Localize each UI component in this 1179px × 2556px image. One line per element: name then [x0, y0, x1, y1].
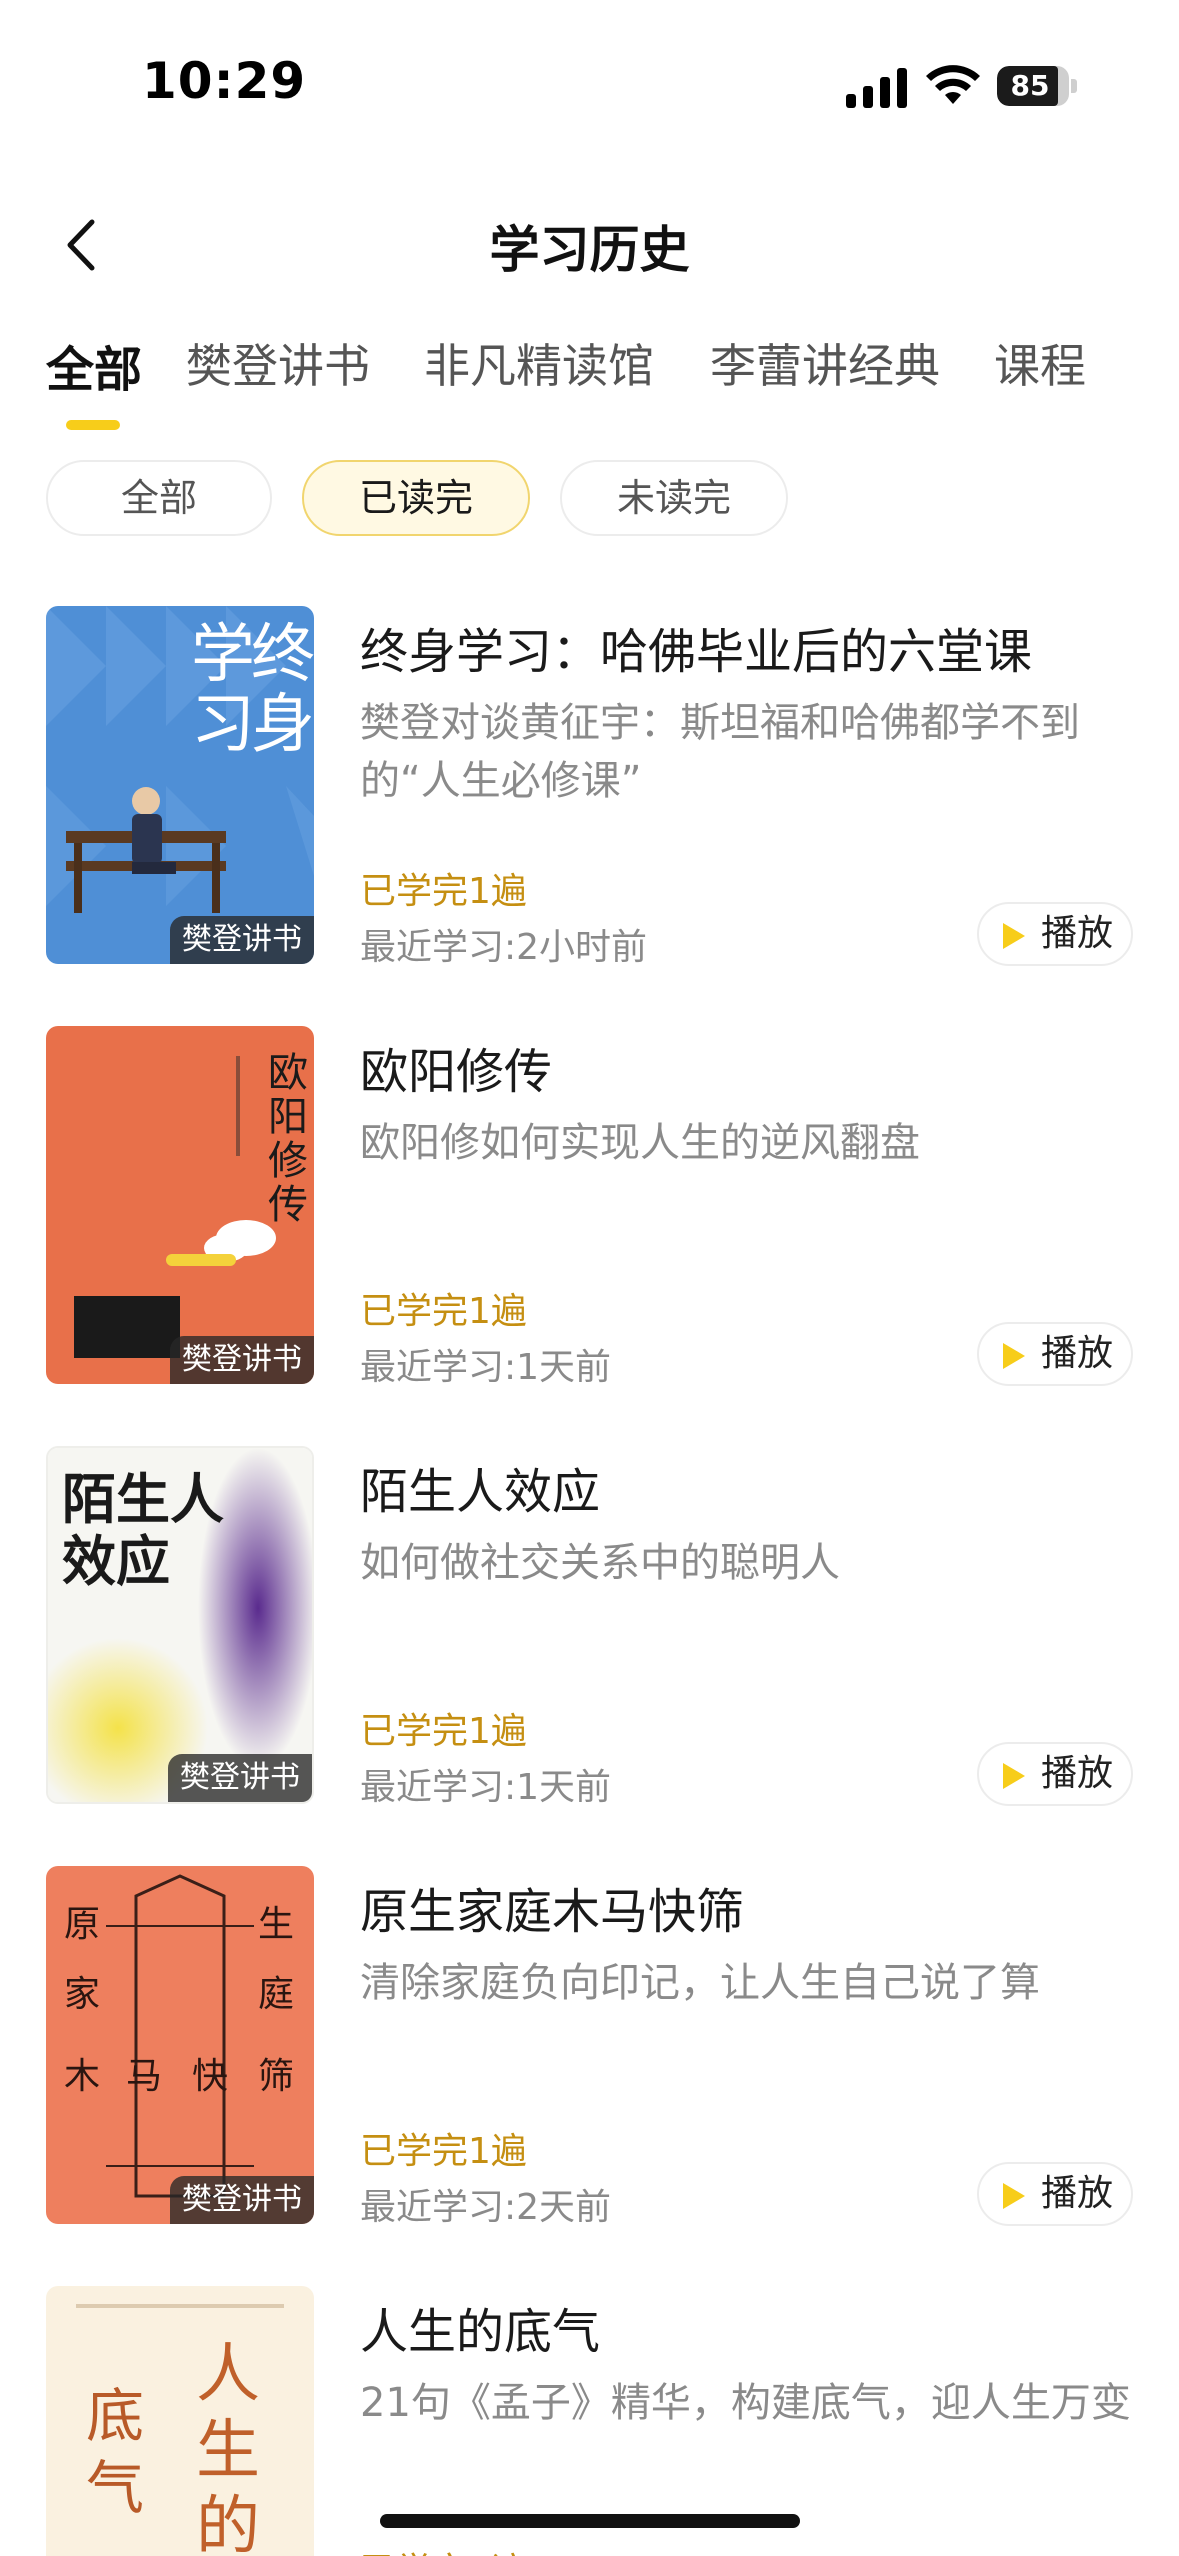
play-icon [1003, 923, 1025, 949]
play-label: 播放 [1041, 1753, 1114, 1794]
cover-tag: 樊登讲书 [170, 2176, 314, 2224]
item-subtitle: 清除家庭负向印记，让人生自己说了算 [360, 1960, 1040, 2006]
play-icon [1003, 1343, 1025, 1369]
item-recent: 最近学习:1天前 [360, 1767, 612, 1808]
book-cover: 人 生 的 底 气 [46, 2286, 314, 2556]
svg-text:快: 快 [192, 2056, 228, 2097]
svg-text:身: 身 [251, 688, 314, 762]
svg-text:庭: 庭 [258, 1974, 294, 2015]
filter-finished[interactable]: 已读完 [302, 460, 530, 536]
cover-tag: 樊登讲书 [168, 1754, 312, 1802]
item-recent: 最近学习:2天前 [360, 2187, 612, 2228]
svg-text:习: 习 [191, 688, 255, 762]
svg-text:学: 学 [191, 618, 255, 692]
svg-text:气: 气 [86, 2454, 144, 2522]
svg-text:效应: 效应 [62, 1530, 170, 1593]
category-tabs: 全部 樊登讲书 非凡精读馆 李蕾讲经典 课程 [0, 330, 1179, 440]
svg-text:的: 的 [196, 2490, 260, 2556]
item-title: 人生的底气 [360, 2304, 601, 2360]
svg-text:终: 终 [251, 618, 314, 692]
item-progress: 已学完1遍 [360, 2542, 527, 2556]
home-indicator [380, 2514, 800, 2528]
svg-text:原: 原 [64, 1904, 100, 1945]
svg-text:生: 生 [196, 2414, 260, 2488]
cover-tag: 樊登讲书 [170, 916, 314, 964]
play-label: 播放 [1041, 2173, 1114, 2214]
tab-lilei[interactable]: 李蕾讲经典 [710, 330, 940, 396]
nav-bar: 学习历史 [0, 190, 1179, 300]
tab-all[interactable]: 全部 [46, 330, 142, 400]
play-label: 播放 [1041, 913, 1114, 954]
svg-text:阳: 阳 [268, 1094, 308, 1140]
book-cover: 学 习 终 身 樊登讲书 [46, 606, 314, 964]
book-cover: 原 生 家 庭 木 马 快 筛 樊登讲书 [46, 1866, 314, 2224]
play-icon [1003, 1763, 1025, 1789]
status-bar: 10:29 85 [0, 0, 1179, 170]
svg-text:马: 马 [126, 2056, 162, 2097]
play-button[interactable]: 播放 [977, 1322, 1133, 1386]
item-title: 终身学习：哈佛毕业后的六堂课 [360, 624, 1033, 680]
tab-fandeng[interactable]: 樊登讲书 [186, 330, 370, 396]
svg-text:底: 底 [86, 2382, 144, 2450]
play-label: 播放 [1041, 1333, 1114, 1374]
filter-all[interactable]: 全部 [46, 460, 272, 536]
signal-icon [846, 68, 907, 108]
item-subtitle: 21句《孟子》精华，构建底气，迎人生万变 [360, 2380, 1131, 2426]
item-progress: 已学完1遍 [360, 871, 527, 912]
svg-text:家: 家 [64, 1974, 100, 2015]
item-recent: 最近学习:1天前 [360, 1347, 612, 1388]
svg-text:生: 生 [258, 1904, 294, 1945]
item-title: 原生家庭木马快筛 [360, 1884, 745, 1940]
svg-text:木: 木 [64, 2056, 100, 2097]
svg-text:筛: 筛 [258, 2056, 294, 2097]
svg-text:人: 人 [196, 2338, 260, 2412]
tab-indicator [66, 420, 120, 430]
status-time: 10:29 [142, 52, 307, 110]
play-button[interactable]: 播放 [977, 1742, 1133, 1806]
book-cover: 欧 阳 修 传 樊登讲书 [46, 1026, 314, 1384]
item-subtitle: 如何做社交关系中的聪明人 [360, 1540, 840, 1586]
item-progress: 已学完1遍 [360, 1291, 527, 1332]
page-title: 学习历史 [489, 221, 690, 279]
item-subtitle: 樊登对谈黄征宇：斯坦福和哈佛都学不到的“人生必修课” [360, 700, 1080, 804]
svg-text:传: 传 [268, 1182, 308, 1228]
item-title: 欧阳修传 [360, 1044, 553, 1100]
svg-text:欧: 欧 [268, 1050, 308, 1096]
svg-text:陌生人: 陌生人 [62, 1468, 224, 1531]
list-item[interactable]: 陌生人 效应 樊登讲书 陌生人效应 如何做社交关系中的聪明人 已学完1遍 最近学… [0, 1446, 1179, 1826]
battery-icon: 85 [997, 66, 1077, 106]
list-item[interactable]: 欧 阳 修 传 樊登讲书 欧阳修传 欧阳修如何实现人生的逆风翻盘 已学完1遍 最… [0, 1026, 1179, 1406]
book-cover: 陌生人 效应 樊登讲书 [46, 1446, 314, 1804]
item-recent: 最近学习:2小时前 [360, 927, 648, 968]
play-icon [1003, 2183, 1025, 2209]
battery-level: 85 [1010, 69, 1050, 102]
list-item[interactable]: 原 生 家 庭 木 马 快 筛 樊登讲书 原生家庭木马快筛 清除家庭负向印记，让… [0, 1866, 1179, 2246]
tab-course[interactable]: 课程 [994, 330, 1086, 396]
cover-tag: 樊登讲书 [170, 1336, 314, 1384]
play-button[interactable]: 播放 [977, 2162, 1133, 2226]
svg-text:修: 修 [268, 1138, 308, 1184]
tab-feifan[interactable]: 非凡精读馆 [424, 330, 654, 396]
list-item[interactable]: 学 习 终 身 樊登讲书 终身学习：哈佛毕业后的六堂课 樊登对谈黄征宇：斯坦福和… [0, 606, 1179, 986]
wifi-icon [926, 65, 980, 104]
item-subtitle: 欧阳修如何实现人生的逆风翻盘 [360, 1120, 920, 1166]
filter-unfinished[interactable]: 未读完 [560, 460, 788, 536]
item-title: 陌生人效应 [360, 1464, 601, 1520]
item-progress: 已学完1遍 [360, 2131, 527, 2172]
play-button[interactable]: 播放 [977, 902, 1133, 966]
item-progress: 已学完1遍 [360, 1711, 527, 1752]
